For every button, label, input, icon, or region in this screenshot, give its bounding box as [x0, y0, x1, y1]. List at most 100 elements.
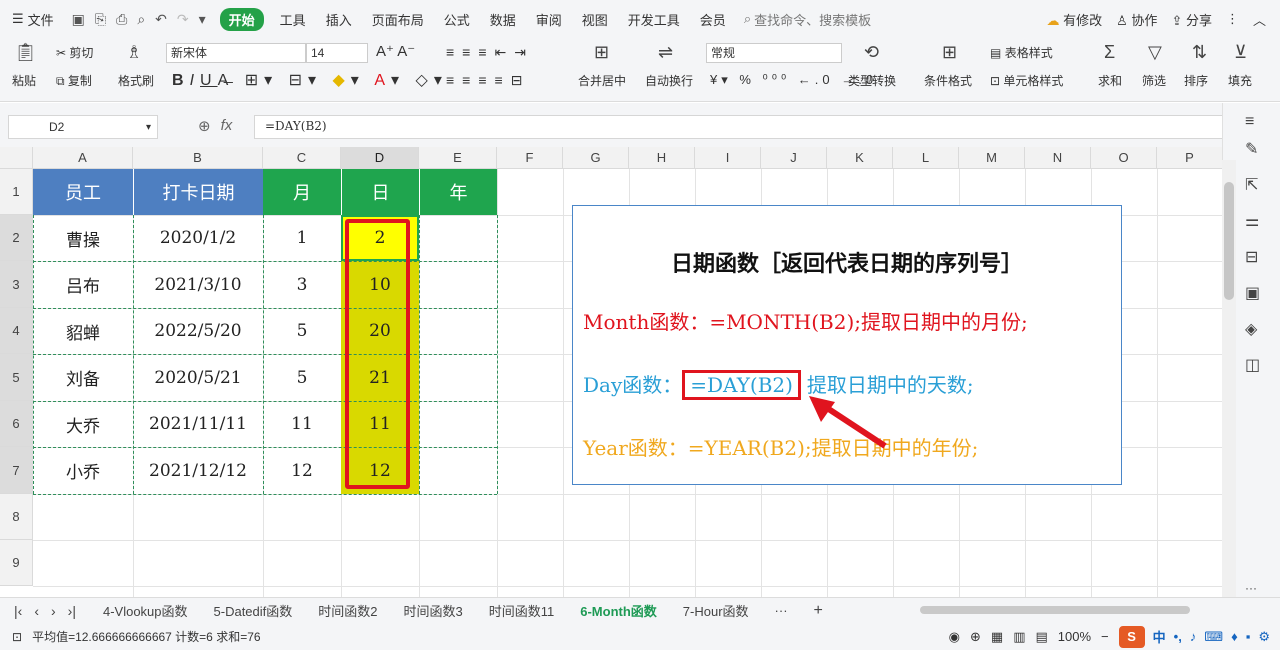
column-header[interactable]: H: [629, 147, 695, 169]
row-header[interactable]: 3: [0, 261, 33, 308]
zoom-level[interactable]: 100%: [1058, 629, 1091, 644]
export-icon[interactable]: ⎘: [95, 11, 106, 28]
type-convert-button[interactable]: 类型转换: [848, 72, 896, 89]
column-header[interactable]: B: [133, 147, 263, 169]
paste-button[interactable]: 粘贴: [12, 72, 36, 89]
table-tools-icon[interactable]: ⊟: [1245, 247, 1258, 267]
cell-year[interactable]: [419, 261, 497, 308]
quick-dropdown-icon[interactable]: ▾: [199, 11, 206, 28]
row-header[interactable]: 8: [0, 494, 33, 540]
tab-view[interactable]: 视图: [572, 10, 618, 29]
format-painter-icon[interactable]: ♗: [126, 42, 142, 63]
normal-view-icon[interactable]: ▦: [991, 629, 1003, 645]
table-style-button[interactable]: ▤ 表格样式: [990, 44, 1053, 61]
image-icon[interactable]: ▣: [1245, 283, 1260, 303]
zoom-formula-icon[interactable]: ⊕: [198, 117, 211, 135]
book-icon[interactable]: ◫: [1245, 355, 1260, 375]
column-header[interactable]: O: [1091, 147, 1157, 169]
sheet-tab[interactable]: 4-Vlookup函数: [90, 601, 201, 620]
page-layout-view-icon[interactable]: ▥: [1013, 629, 1025, 645]
explanation-textbox[interactable]: 日期函数［返回代表日期的序列号］ Month函数：=MONTH(B2);提取日期…: [572, 205, 1122, 485]
tab-insert[interactable]: 插入: [316, 10, 362, 29]
cell-month[interactable]: 12: [263, 447, 341, 494]
cell-date[interactable]: 2021/3/10: [133, 261, 263, 308]
row-header[interactable]: 4: [0, 308, 33, 354]
sheet-tab[interactable]: 7-Hour函数: [670, 601, 762, 620]
share-button[interactable]: ⇪ 分享: [1171, 10, 1212, 29]
tab-page-layout[interactable]: 页面布局: [362, 10, 434, 29]
column-header[interactable]: M: [959, 147, 1025, 169]
cell-employee[interactable]: 大乔: [33, 401, 133, 447]
column-header[interactable]: A: [33, 147, 133, 169]
wrap-text-button[interactable]: 自动换行: [645, 72, 693, 89]
row-header[interactable]: 6: [0, 401, 33, 447]
row-header[interactable]: 7: [0, 447, 33, 494]
cell-employee[interactable]: 曹操: [33, 215, 133, 261]
cell-year[interactable]: [419, 215, 497, 261]
collaborate-button[interactable]: ♙ 协作: [1116, 10, 1157, 29]
cut-button[interactable]: ✂ 剪切: [56, 44, 93, 61]
cell-date[interactable]: 2021/12/12: [133, 447, 263, 494]
header-cell-month[interactable]: 月: [263, 169, 341, 215]
paste-icon[interactable]: 📋︎: [14, 42, 37, 63]
tab-review[interactable]: 审阅: [526, 10, 572, 29]
sheet-tab[interactable]: 时间函数3: [391, 601, 476, 620]
conditional-format-icon[interactable]: ⊞: [942, 42, 957, 63]
cell-month[interactable]: 5: [263, 308, 341, 354]
formula-input[interactable]: =DAY(B2): [254, 115, 1234, 139]
cell-month[interactable]: 1: [263, 215, 341, 261]
cell-mode-icon[interactable]: ⊡: [0, 630, 32, 644]
filter-icon[interactable]: ▽: [1148, 42, 1162, 63]
command-search[interactable]: ⌕ 查找命令、搜索模板: [744, 10, 871, 29]
cell-month[interactable]: 3: [263, 261, 341, 308]
sheet-tab[interactable]: 时间函数2: [305, 601, 390, 620]
cell-year[interactable]: [419, 354, 497, 401]
row-header[interactable]: 5: [0, 354, 33, 401]
print-icon[interactable]: ⎙: [116, 11, 127, 28]
header-cell-employee[interactable]: 员工: [33, 169, 133, 215]
font-grow-shrink-icon[interactable]: A⁺ A⁻: [376, 42, 415, 60]
cell-year[interactable]: [419, 308, 497, 354]
select-all-corner[interactable]: [0, 147, 33, 169]
cell-month[interactable]: 11: [263, 401, 341, 447]
tab-formulas[interactable]: 公式: [434, 10, 480, 29]
align-horizontal-buttons[interactable]: ≡≡≡≡⊟: [446, 72, 530, 89]
cell-year[interactable]: [419, 447, 497, 494]
column-header[interactable]: N: [1025, 147, 1091, 169]
column-header[interactable]: E: [419, 147, 497, 169]
sheet-tab[interactable]: 时间函数11: [476, 601, 568, 620]
settings-sliders-icon[interactable]: ⚌: [1245, 211, 1259, 231]
first-sheet-icon[interactable]: |‹: [14, 603, 22, 619]
cell-employee[interactable]: 刘备: [33, 354, 133, 401]
column-header[interactable]: I: [695, 147, 761, 169]
row-header[interactable]: 2: [0, 215, 33, 261]
globe-icon[interactable]: ⊕: [970, 629, 981, 645]
convert-icon[interactable]: ⟲: [864, 42, 879, 63]
fx-icon[interactable]: fx: [221, 117, 233, 135]
more-icon[interactable]: ···: [1245, 581, 1257, 595]
modified-button[interactable]: ☁ 有修改: [1047, 10, 1103, 29]
sheet-tab-active[interactable]: 6-Month函数: [567, 601, 670, 620]
column-header[interactable]: K: [827, 147, 893, 169]
header-cell-year[interactable]: 年: [419, 169, 497, 215]
sheet-grid[interactable]: A B C D E F G H I J K L M N O P 1 2 3 4 …: [0, 147, 1222, 597]
header-cell-date[interactable]: 打卡日期: [133, 169, 263, 215]
font-style-buttons[interactable]: BIUA̶ ⊞▾ ⊟▾ ◆▾ A▾ ◇▾: [172, 70, 448, 90]
cursor-icon[interactable]: ⇱: [1245, 175, 1258, 195]
save-icon[interactable]: ▣: [72, 11, 85, 28]
font-name-select[interactable]: 新宋体: [166, 43, 306, 63]
tab-member[interactable]: 会员: [690, 10, 736, 29]
backup-icon[interactable]: ◈: [1245, 319, 1257, 339]
more-menu-icon[interactable]: ⋮: [1226, 11, 1239, 27]
sort-button[interactable]: 排序: [1184, 72, 1208, 89]
menu-lines-icon[interactable]: ≡: [1245, 113, 1254, 131]
tab-tools[interactable]: 工具: [270, 10, 316, 29]
next-sheet-icon[interactable]: ›: [51, 603, 56, 619]
sheet-tab[interactable]: 5-Datedif函数: [201, 601, 306, 620]
align-top-buttons[interactable]: ≡≡≡⇤⇥: [446, 44, 534, 61]
row-header[interactable]: 9: [0, 540, 33, 586]
add-sheet-icon[interactable]: +: [801, 602, 836, 620]
sort-icon[interactable]: ⇅: [1192, 42, 1207, 63]
format-painter-button[interactable]: 格式刷: [118, 72, 154, 89]
copy-button[interactable]: ⧉ 复制: [56, 72, 92, 89]
